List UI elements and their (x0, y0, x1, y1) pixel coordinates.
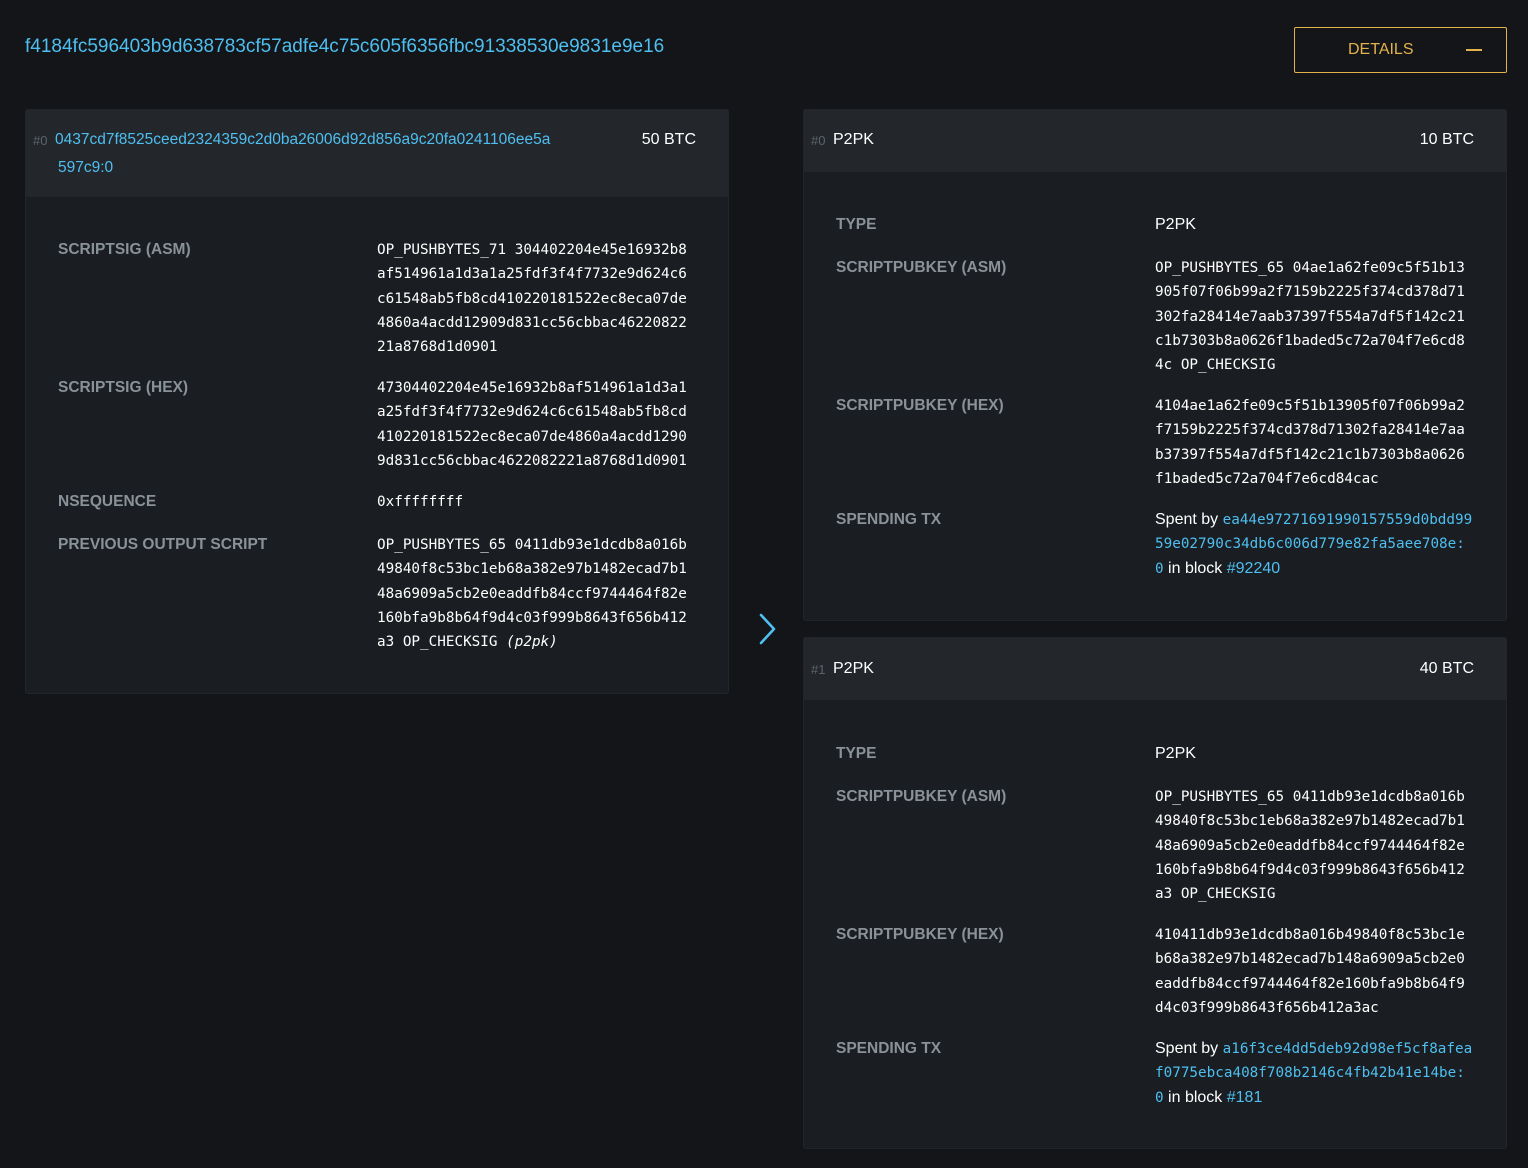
spending-tx-value: Spent by ea44e97271691990157559d0bdd99 5… (1155, 508, 1472, 581)
output-header-0: #0 P2PK 10 BTC (804, 110, 1506, 172)
spending-tx-link-cont[interactable]: 59e02790c34db6c006d779e82fa5aee708e: (1155, 536, 1465, 552)
scriptpubkey-asm-label: SCRIPTPUBKEY (ASM) (836, 259, 1007, 276)
type-value: P2PK (1155, 216, 1196, 233)
output-index: #0 (811, 133, 826, 148)
input-index: #0 (33, 133, 48, 148)
output-amount: 40 BTC (1419, 660, 1474, 677)
nsequence-label: NSEQUENCE (58, 493, 157, 510)
spending-tx-link[interactable]: ea44e97271691990157559d0bdd99 (1223, 512, 1473, 528)
spent-by-text: Spent by (1155, 1040, 1223, 1057)
chevron-right-icon (759, 613, 776, 645)
spending-tx-link-cont[interactable]: f0775ebca408f708b2146c4fb42b41e14be: (1155, 1065, 1465, 1081)
spending-tx-vout-link[interactable]: 0 (1155, 1090, 1164, 1106)
type-label: TYPE (836, 745, 877, 762)
scriptpubkey-hex-label: SCRIPTPUBKEY (HEX) (836, 397, 1004, 414)
output-amount: 10 BTC (1419, 131, 1474, 148)
output-header-1: #1 P2PK 40 BTC (804, 638, 1506, 700)
type-value: P2PK (1155, 745, 1196, 762)
spending-tx-value: Spent by a16f3ce4dd5deb92d98ef5cf8afea f… (1155, 1037, 1472, 1110)
type-label: TYPE (836, 216, 877, 233)
input-header: #0 0437cd7f8525ceed2324359c2d0ba26006d92… (26, 110, 728, 197)
scriptsig-hex-label: SCRIPTSIG (HEX) (58, 379, 189, 396)
scriptsig-asm-value: OP_PUSHBYTES_71 304402204e45e16932b8 af5… (377, 242, 687, 356)
script-type-tag: (p2pk) (506, 634, 558, 651)
input-panel: #0 0437cd7f8525ceed2324359c2d0ba26006d92… (25, 109, 729, 694)
scriptpubkey-hex-value: 410411db93e1dcdb8a016b49840f8c53bc1e b68… (1155, 927, 1465, 1016)
block-link[interactable]: #181 (1227, 1089, 1263, 1106)
scriptpubkey-hex-label: SCRIPTPUBKEY (HEX) (836, 926, 1004, 943)
output-panel-0: #0 P2PK 10 BTC TYPE P2PK SCRIPTPUBKEY (A… (803, 109, 1507, 621)
spending-tx-label: SPENDING TX (836, 511, 942, 528)
previous-output-link[interactable]: 0437cd7f8525ceed2324359c2d0ba26006d92d85… (55, 126, 550, 154)
minus-icon (1466, 49, 1482, 51)
previous-output-script-value: OP_PUSHBYTES_65 0411db93e1dcdb8a016b 498… (377, 533, 687, 654)
scriptpubkey-asm-value: OP_PUSHBYTES_65 0411db93e1dcdb8a016b 498… (1155, 789, 1465, 903)
scriptpubkey-asm-value: OP_PUSHBYTES_65 04ae1a62fe09c5f51b13 905… (1155, 260, 1465, 374)
in-block-text: in block (1163, 559, 1227, 577)
in-block-text: in block (1163, 1088, 1227, 1106)
input-amount: 50 BTC (641, 131, 696, 148)
block-link[interactable]: #92240 (1227, 560, 1280, 577)
scriptsig-asm-label: SCRIPTSIG (ASM) (58, 241, 191, 258)
scriptsig-hex-value: 47304402204e45e16932b8af514961a1d3a1 a25… (377, 380, 687, 469)
transaction-id-link[interactable]: f4184fc596403b9d638783cf57adfe4c75c605f6… (25, 36, 664, 58)
spent-by-text: Spent by (1155, 511, 1223, 528)
scriptpubkey-hex-value: 4104ae1a62fe09c5f51b13905f07f06b99a2 f71… (1155, 398, 1465, 487)
output-type-header: P2PK (833, 131, 874, 148)
output-panel-1: #1 P2PK 40 BTC TYPE P2PK SCRIPTPUBKEY (A… (803, 637, 1507, 1149)
spending-tx-vout-link[interactable]: 0 (1155, 561, 1164, 577)
scriptpubkey-asm-label: SCRIPTPUBKEY (ASM) (836, 788, 1007, 805)
previous-output-script-label: PREVIOUS OUTPUT SCRIPT (58, 536, 268, 553)
output-type-header: P2PK (833, 660, 874, 677)
previous-output-link-cont[interactable]: 597c9:0 (58, 154, 113, 182)
nsequence-value: 0xffffffff (377, 494, 464, 510)
spending-tx-label: SPENDING TX (836, 1040, 942, 1057)
details-toggle-button[interactable]: DETAILS (1294, 27, 1507, 73)
details-button-label: DETAILS (1348, 41, 1414, 58)
spending-tx-link[interactable]: a16f3ce4dd5deb92d98ef5cf8afea (1223, 1041, 1473, 1057)
output-index: #1 (811, 662, 826, 677)
